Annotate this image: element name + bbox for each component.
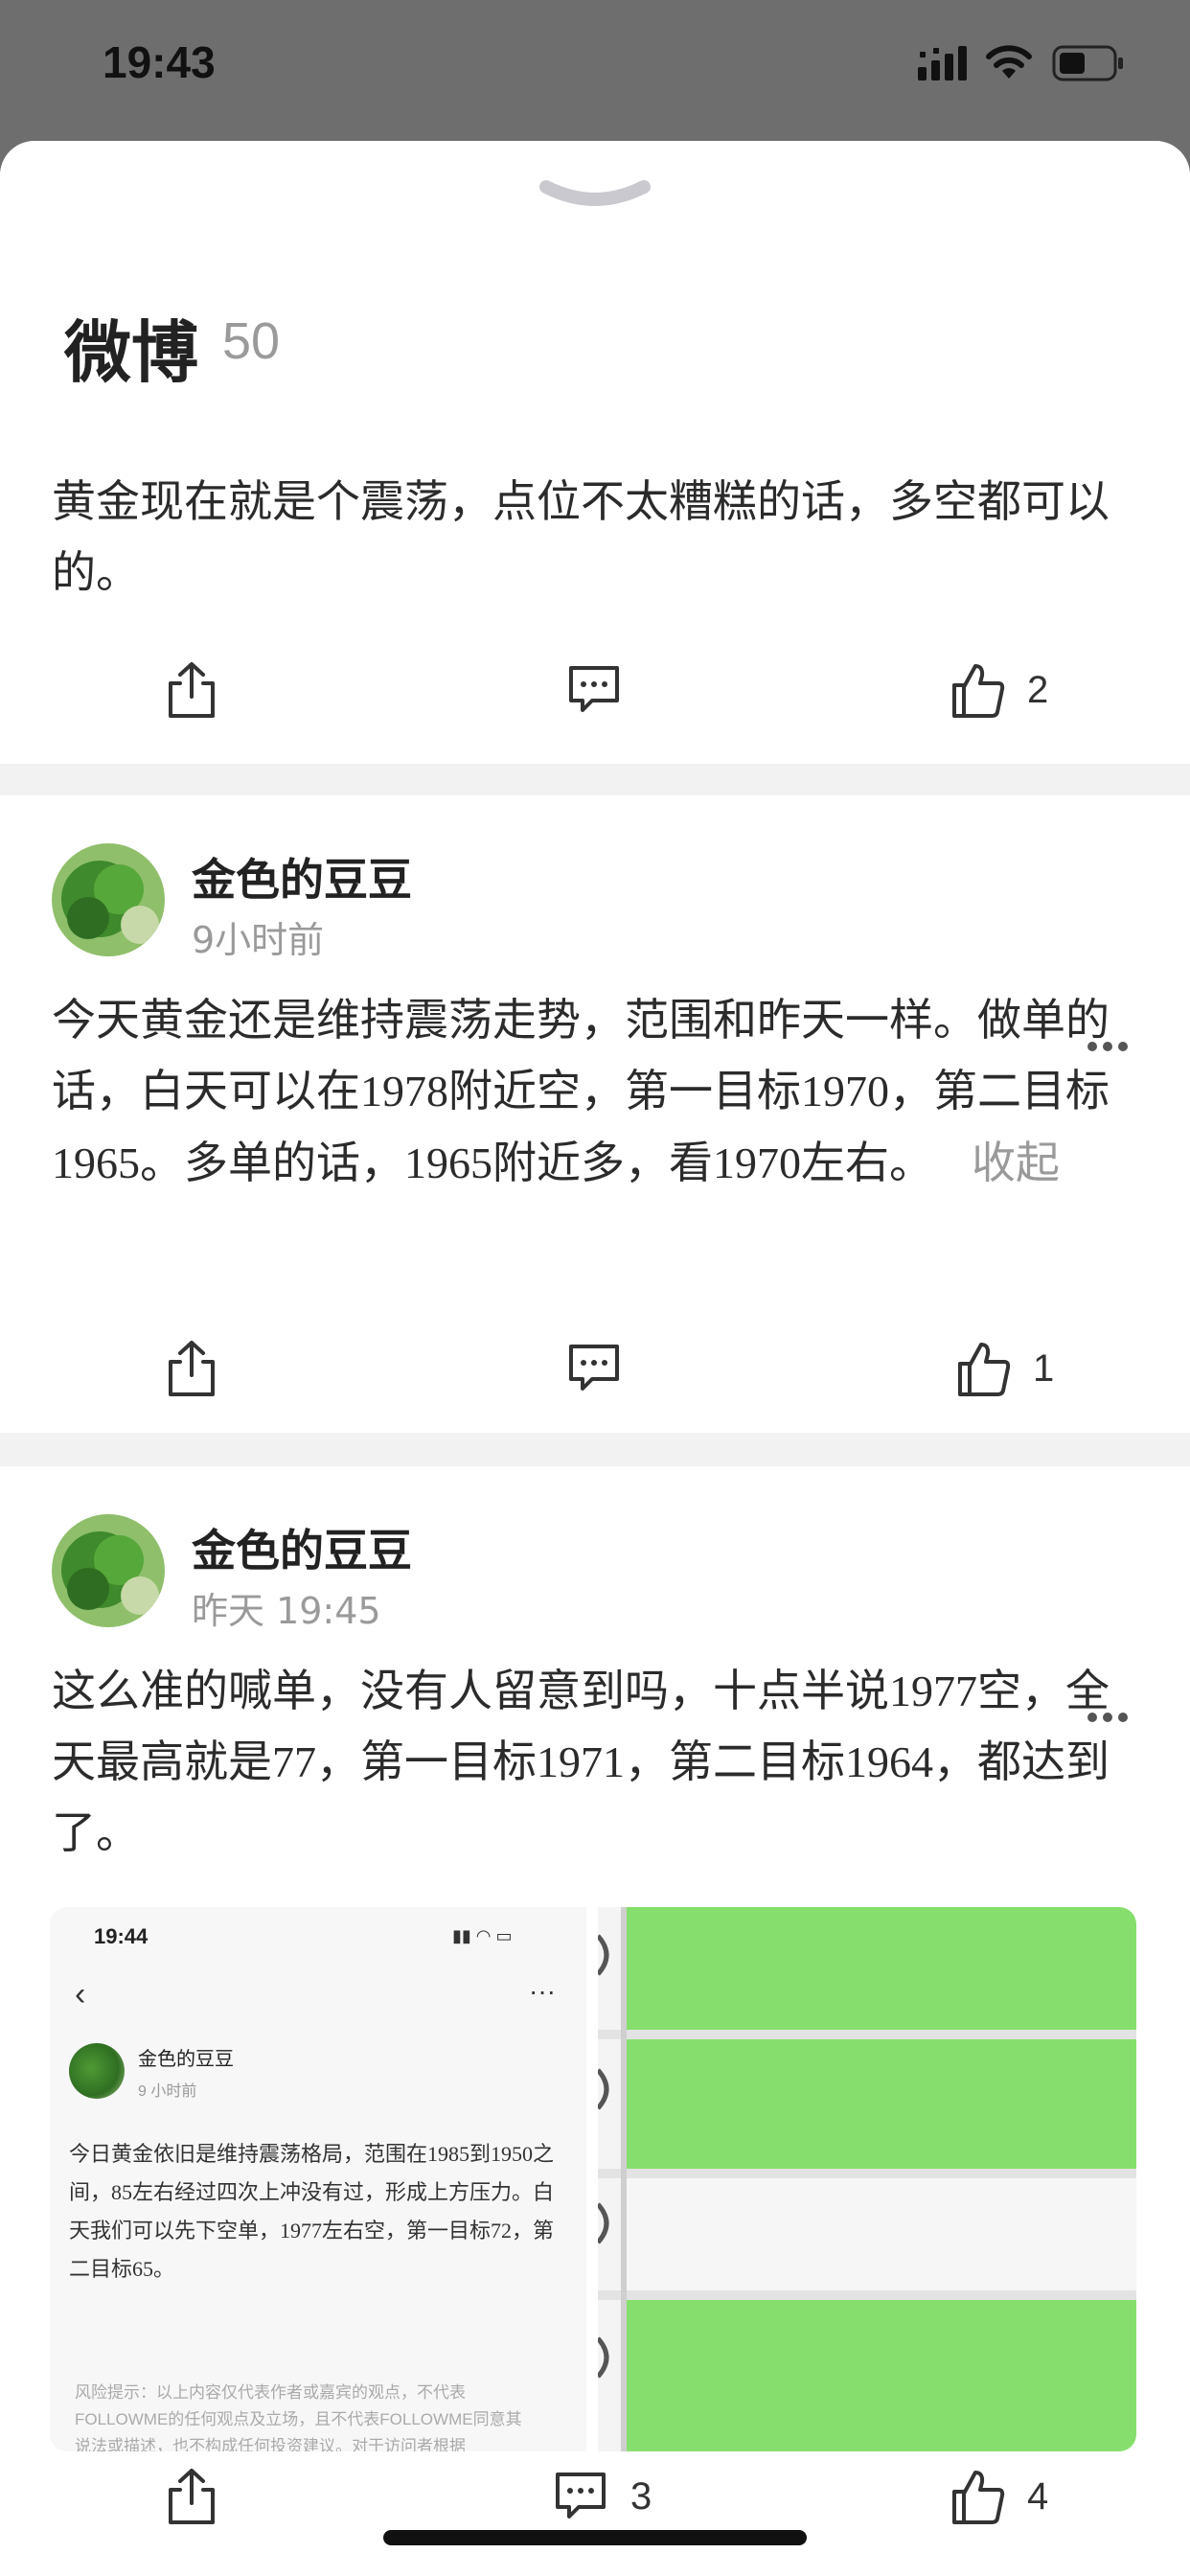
share-button[interactable] [163, 642, 220, 738]
comment-icon [569, 666, 619, 712]
thumbs-up-icon [952, 2471, 1005, 2524]
post-image-chart-crop[interactable] [598, 1907, 1136, 2451]
screenshot-text: 今日黄金依旧是维持震荡格局，范围在1985到1950之间，85左右经过四次上冲没… [69, 2142, 555, 2281]
screenshot-risk-line: FOLLOWME的任何观点及立场，且不代表FOLLOWME同意其 [75, 2410, 522, 2428]
post-time: 9小时前 [192, 919, 325, 961]
sheet-title: 微博 [64, 313, 198, 392]
post-actions: 2 [0, 642, 1190, 738]
comment-icon [556, 2472, 606, 2518]
avatar [69, 2043, 125, 2099]
screenshot-time: 19:44 [94, 1924, 149, 1948]
share-icon [169, 2469, 215, 2524]
more-options-icon: ··· [529, 1976, 556, 2006]
share-button[interactable] [163, 2449, 220, 2544]
thumbs-up-icon [952, 664, 1005, 718]
screenshot-user-time: 9 小时前 [138, 2083, 197, 2100]
thumbs-up-icon [958, 1343, 1011, 1396]
avatar[interactable] [52, 843, 165, 956]
like-count: 4 [1027, 2474, 1049, 2518]
post-text: 今天黄金还是维持震荡走势，范围和昨天一样。做单的话，白天可以在1978附近空，第… [52, 985, 1144, 1199]
weibo-sheet: 微博 50 黄金现在就是个震荡，点位不太糟糕的话，多空都可以的。 2 金色的豆豆… [0, 141, 1190, 2576]
post-card: 金色的豆豆 9小时前 今天黄金还是维持震荡走势，范围和昨天一样。做单的话，白天可… [0, 795, 1190, 1433]
wifi-icon [986, 45, 1032, 79]
home-indicator[interactable] [383, 2530, 807, 2545]
post-text: 黄金现在就是个震荡，点位不太糟糕的话，多空都可以的。 [52, 477, 1110, 597]
username[interactable]: 金色的豆豆 [192, 845, 412, 908]
post-text: 这么准的喊单，没有人留意到吗，十点半说1977空，全天最高就是77，第一目标19… [52, 1667, 1110, 1857]
comment-icon [569, 1345, 619, 1391]
like-count: 1 [1033, 1346, 1055, 1390]
collapse-link[interactable]: 收起 [972, 1137, 1060, 1188]
post-image-screenshot[interactable]: 19:44 ▮▮ ◠ ▭ ‹ ··· 金色的豆豆 9 小时前 今日黄金依旧是维持… [50, 1907, 586, 2451]
like-button[interactable]: 4 [949, 2449, 1048, 2544]
avatar[interactable] [52, 1514, 165, 1627]
status-bar: 19:43 [0, 0, 1190, 134]
post-time: 昨天 19:45 [192, 1590, 381, 1632]
comment-button[interactable] [565, 1321, 623, 1416]
status-time: 19:43 [103, 37, 216, 87]
share-button[interactable] [163, 1321, 220, 1416]
like-count: 2 [1027, 668, 1049, 711]
like-button[interactable]: 2 [949, 642, 1048, 738]
post-actions: 1 [0, 1321, 1190, 1416]
cellular-signal-icon [918, 46, 967, 80]
username[interactable]: 金色的豆豆 [192, 1516, 412, 1579]
battery-icon [1052, 45, 1123, 81]
comment-button[interactable] [565, 642, 623, 738]
screenshot-username: 金色的豆豆 [138, 2049, 234, 2070]
comment-count: 3 [630, 2474, 652, 2518]
screenshot-status-icons: ▮▮ ◠ ▭ [452, 1926, 513, 1945]
like-button[interactable]: 1 [954, 1321, 1054, 1416]
share-icon [169, 1341, 215, 1396]
screenshot-risk-line: 风险提示：以上内容仅代表作者或嘉宾的观点，不代表 [75, 2383, 466, 2402]
share-icon [169, 662, 215, 718]
collapse-handle-icon[interactable] [538, 179, 652, 214]
sheet-count: 50 [222, 312, 281, 370]
post-card: 黄金现在就是个震荡，点位不太糟糕的话，多空都可以的。 2 [0, 457, 1190, 764]
post-body: 今天黄金还是维持震荡走势，范围和昨天一样。做单的话，白天可以在1978附近空，第… [52, 996, 1110, 1187]
back-chevron-icon: ‹ [75, 1976, 86, 2012]
